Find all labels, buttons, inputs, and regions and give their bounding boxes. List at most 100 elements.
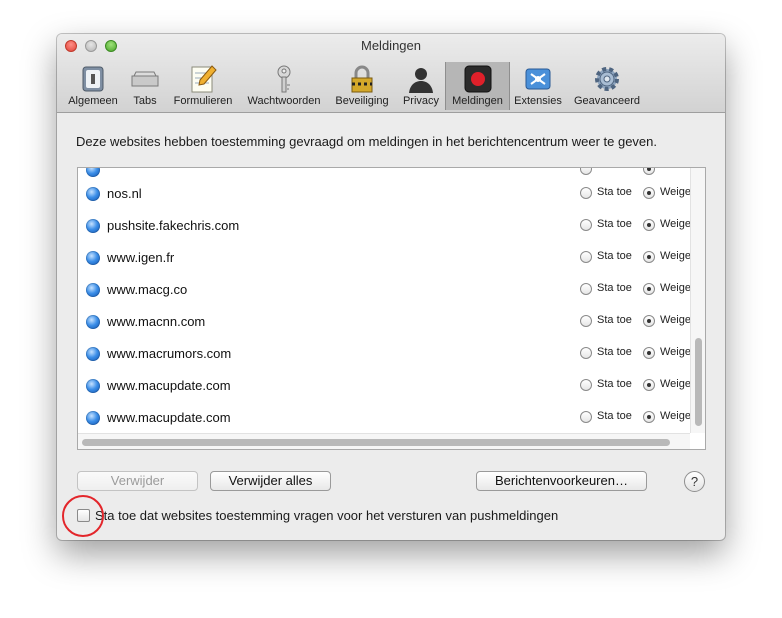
tab-privacy[interactable]: Privacy xyxy=(397,62,445,110)
allow-radio[interactable] xyxy=(580,379,592,391)
tab-meldingen[interactable]: Meldingen xyxy=(445,62,510,110)
tab-label: Geavanceerd xyxy=(573,95,641,107)
horizontal-scrollbar[interactable] xyxy=(78,433,690,449)
tab-beveiliging[interactable]: Beveiliging xyxy=(329,62,395,110)
remove-all-button[interactable]: Verwijder alles xyxy=(210,471,331,491)
allow-radio[interactable] xyxy=(580,219,592,231)
remove-button[interactable]: Verwijder xyxy=(77,471,198,491)
deny-radio[interactable] xyxy=(643,251,655,263)
tab-geavanceerd[interactable]: Geavanceerd xyxy=(568,62,646,110)
globe-icon xyxy=(86,315,100,329)
allow-radio[interactable] xyxy=(580,251,592,263)
deny-label: Weige xyxy=(660,186,691,198)
horizontal-scroll-thumb[interactable] xyxy=(82,439,670,446)
site-name: www.macupdate.com xyxy=(107,410,231,425)
tab-label: Formulieren xyxy=(173,95,233,107)
list-item[interactable]: nos.nl Sta toe Weige xyxy=(78,178,691,210)
globe-icon xyxy=(86,219,100,233)
allow-push-requests-checkbox[interactable] xyxy=(77,509,90,522)
allow-push-requests-label[interactable]: Sta toe dat websites toestemming vragen … xyxy=(95,508,558,523)
site-name: www.macrumors.com xyxy=(107,346,232,361)
tab-label: Meldingen xyxy=(452,95,503,107)
deny-label: Weige xyxy=(660,378,691,390)
allow-label: Sta toe xyxy=(597,250,632,262)
tab-formulieren[interactable]: Formulieren xyxy=(167,62,239,110)
site-name: www.macupdate.com xyxy=(107,378,231,393)
tab-label: Extensies xyxy=(514,95,562,107)
deny-radio[interactable] xyxy=(643,411,655,423)
tab-tabs[interactable]: Tabs xyxy=(125,62,165,110)
globe-icon xyxy=(86,379,100,393)
padlock-icon xyxy=(347,64,377,94)
allow-radio[interactable] xyxy=(580,315,592,327)
tab-extensies[interactable]: Extensies xyxy=(510,62,566,110)
tab-wachtwoorden[interactable]: Wachtwoorden xyxy=(241,62,327,110)
allow-radio[interactable] xyxy=(580,411,592,423)
deny-radio[interactable] xyxy=(643,315,655,327)
tab-label: Tabs xyxy=(133,95,157,107)
deny-label: Weige xyxy=(660,250,691,262)
deny-radio[interactable] xyxy=(643,219,655,231)
allow-label: Sta toe xyxy=(597,346,632,358)
list-item[interactable]: pushsite.fakechris.com Sta toe Weige xyxy=(78,210,691,242)
tab-label: Algemeen xyxy=(68,95,118,107)
site-name: www.macg.co xyxy=(107,282,188,297)
vertical-scrollbar[interactable] xyxy=(690,168,705,433)
allow-radio[interactable] xyxy=(580,347,592,359)
allow-radio[interactable] xyxy=(580,187,592,199)
notification-preferences-button[interactable]: Berichtenvoorkeuren… xyxy=(476,471,647,491)
list-item-partial xyxy=(78,168,690,177)
allow-label: Sta toe xyxy=(597,186,632,198)
list-item[interactable]: www.macrumors.com Sta toe Weige xyxy=(78,338,691,370)
websites-list[interactable]: nos.nl Sta toe Weige pushsite.fakechris.… xyxy=(77,167,706,450)
site-name: pushsite.fakechris.com xyxy=(107,218,240,233)
list-item[interactable]: www.macg.co Sta toe Weige xyxy=(78,274,691,306)
forms-pencil-icon xyxy=(188,64,218,94)
allow-radio[interactable] xyxy=(580,283,592,295)
globe-icon xyxy=(86,251,100,265)
allow-radio[interactable] xyxy=(580,168,592,175)
list-item[interactable]: www.macnn.com Sta toe Weige xyxy=(78,306,691,338)
deny-label: Weige xyxy=(660,346,691,358)
globe-icon xyxy=(86,283,100,297)
allow-label: Sta toe xyxy=(597,314,632,326)
deny-radio[interactable] xyxy=(643,283,655,295)
site-name: nos.nl xyxy=(107,186,142,201)
deny-radio[interactable] xyxy=(643,168,655,175)
allow-label: Sta toe xyxy=(597,282,632,294)
window-title: Meldingen xyxy=(361,38,421,53)
toolbar: Meldingen Algemeen Tabs Formulieren Wach… xyxy=(57,34,725,113)
deny-radio[interactable] xyxy=(643,187,655,199)
general-switch-icon xyxy=(78,64,108,94)
allow-label: Sta toe xyxy=(597,218,632,230)
notifications-record-icon xyxy=(463,64,493,94)
tab-algemeen[interactable]: Algemeen xyxy=(61,62,125,110)
tab-label: Beveiliging xyxy=(335,95,389,107)
key-icon xyxy=(269,64,299,94)
deny-label: Weige xyxy=(660,410,691,422)
site-name: www.igen.fr xyxy=(107,250,175,265)
deny-label: Weige xyxy=(660,314,691,326)
globe-icon xyxy=(86,187,100,201)
tabs-icon xyxy=(130,64,160,94)
gear-icon xyxy=(592,64,622,94)
allow-label: Sta toe xyxy=(597,378,632,390)
site-name: www.macnn.com xyxy=(107,314,206,329)
deny-label: Weige xyxy=(660,218,691,230)
intro-text: Deze websites hebben toestemming gevraag… xyxy=(76,134,658,149)
tab-label: Wachtwoorden xyxy=(247,95,321,107)
deny-radio[interactable] xyxy=(643,347,655,359)
list-item[interactable]: www.macupdate.com Sta toe Weige xyxy=(78,370,691,402)
deny-label: Weige xyxy=(660,282,691,294)
help-button[interactable]: ? xyxy=(684,471,705,492)
globe-icon xyxy=(86,347,100,361)
list-item[interactable]: www.igen.fr Sta toe Weige xyxy=(78,242,691,274)
preferences-window: Meldingen Algemeen Tabs Formulieren Wach… xyxy=(57,34,725,540)
person-silhouette-icon xyxy=(406,64,436,94)
globe-icon xyxy=(86,411,100,425)
globe-icon xyxy=(86,168,100,177)
deny-radio[interactable] xyxy=(643,379,655,391)
allow-label: Sta toe xyxy=(597,410,632,422)
list-item[interactable]: www.macupdate.com Sta toe Weige xyxy=(78,402,691,434)
vertical-scroll-thumb[interactable] xyxy=(695,338,702,426)
